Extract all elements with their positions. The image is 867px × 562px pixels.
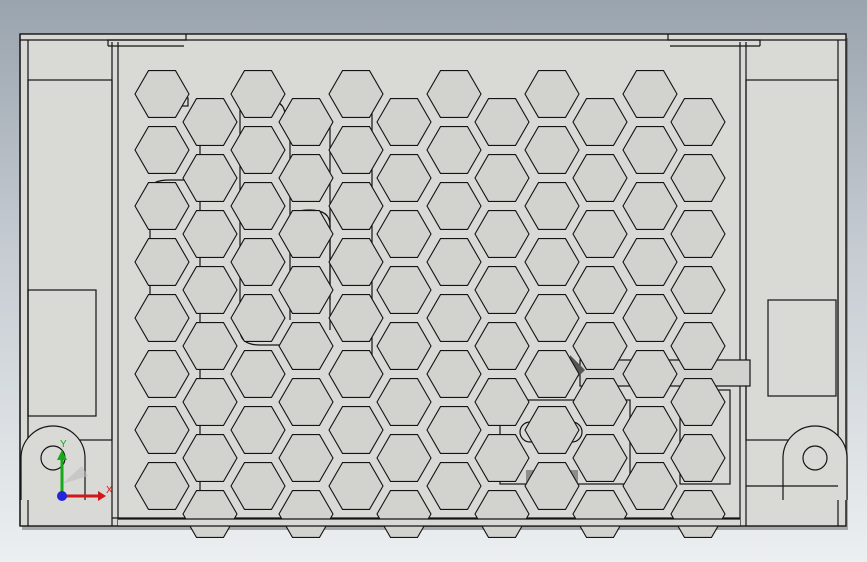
- x-axis-label: X: [106, 485, 113, 496]
- grid-bottom-cover: [118, 519, 740, 526]
- y-axis-arrowhead: [57, 450, 67, 460]
- graphics-viewport[interactable]: X Y: [0, 0, 867, 562]
- cad-model[interactable]: [0, 0, 867, 562]
- coordinate-triad: X Y: [40, 438, 120, 508]
- y-axis-label: Y: [60, 439, 67, 450]
- z-axis-dot: [57, 491, 67, 501]
- right-mount-ear-hole: [802, 445, 828, 471]
- x-axis-arrowhead: [98, 491, 106, 501]
- triad-arrows: [57, 450, 106, 501]
- enclosure-details: [118, 518, 740, 527]
- triad-xy-plane: [62, 466, 88, 484]
